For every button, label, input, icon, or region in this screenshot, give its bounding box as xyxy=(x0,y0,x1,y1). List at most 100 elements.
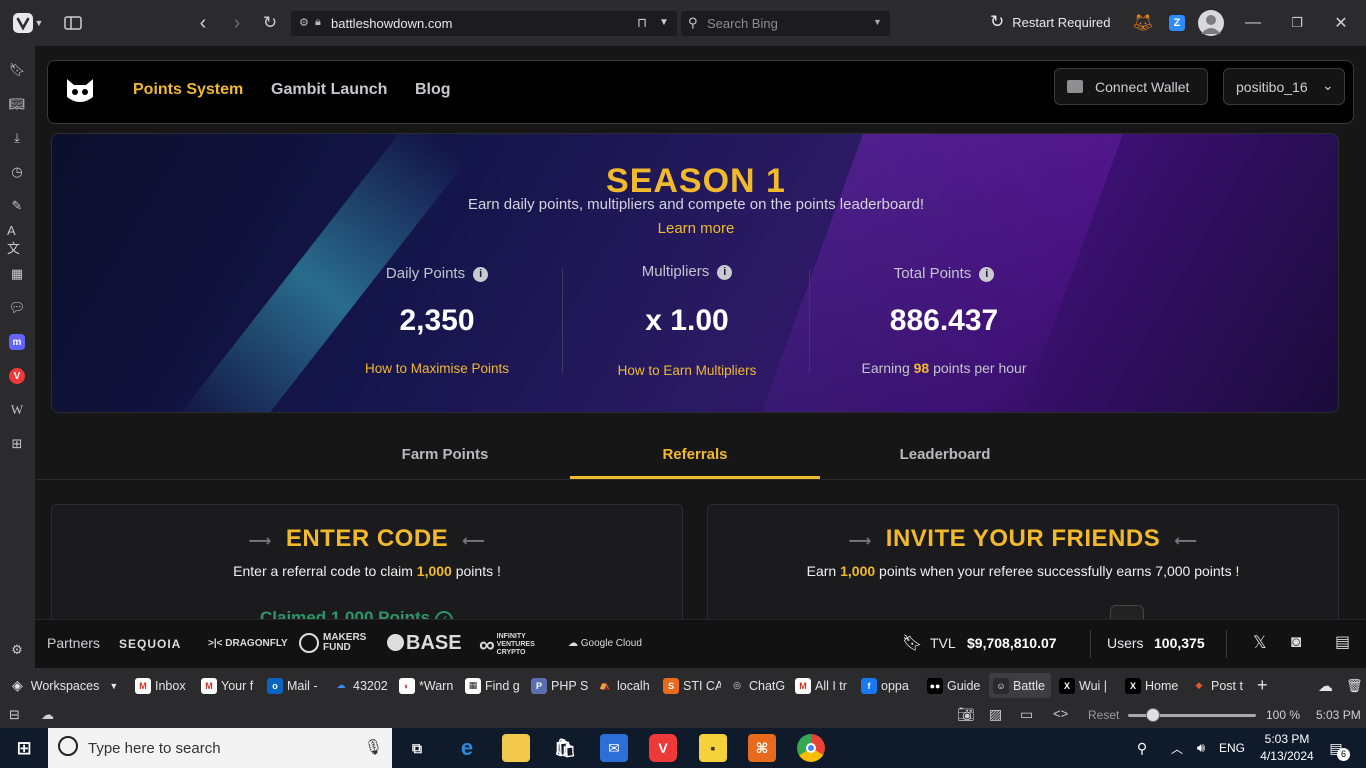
nav-blog[interactable]: Blog xyxy=(415,81,451,99)
bookmarks-icon[interactable]: 🔖︎ xyxy=(7,60,27,80)
chevron-down-icon[interactable]: ▼ xyxy=(33,12,45,34)
workspaces-button[interactable]: ◈ Workspaces ▼ xyxy=(8,673,123,698)
people-icon[interactable]: ⚲ xyxy=(1128,734,1156,762)
tab-referrals[interactable]: Referrals xyxy=(570,446,820,463)
notification-center-icon[interactable]: ▤ 6 xyxy=(1322,734,1350,762)
reading-list-icon[interactable]: 📖︎ xyxy=(7,94,27,114)
capture-icon[interactable]: 📷︎ xyxy=(957,706,975,723)
browser-tab[interactable]: M Inbox xyxy=(131,673,193,698)
notes-icon[interactable]: ✎ xyxy=(7,196,27,216)
browser-tab[interactable]: S STI CA xyxy=(659,673,721,698)
site-settings-icon[interactable]: ⚙ xyxy=(299,16,309,29)
mastodon-icon[interactable]: m xyxy=(7,332,27,352)
translate-icon[interactable]: A文 xyxy=(7,223,27,256)
browser-tab[interactable]: ●● Guide xyxy=(923,673,985,698)
vivaldi-icon[interactable]: V xyxy=(7,366,27,386)
user-menu-button[interactable]: positibo_16 ⌄ xyxy=(1223,68,1345,105)
panel-toggle-icon[interactable] xyxy=(62,12,84,34)
taskbar-time[interactable]: 5:03 PM xyxy=(1261,732,1313,746)
back-icon[interactable]: ‹ xyxy=(192,12,214,34)
how-to-maximise-link[interactable]: How to Maximise Points xyxy=(322,361,552,376)
chevron-down-icon[interactable]: ▼ xyxy=(659,17,669,28)
minimize-icon[interactable]: — xyxy=(1242,12,1264,34)
panel-icon[interactable]: ⊟ xyxy=(9,707,20,723)
xampp-icon[interactable]: ⌘ xyxy=(748,734,776,762)
search-field[interactable]: ⚲ Search Bing ▼ xyxy=(681,11,890,36)
browser-tab[interactable]: ☺ Battle xyxy=(989,673,1051,698)
restart-icon: ↻ xyxy=(990,12,1005,31)
microphone-icon[interactable]: 🎙︎ xyxy=(364,738,383,756)
trash-icon[interactable]: 🗑︎ xyxy=(1342,673,1363,698)
vivaldi-taskbar-icon[interactable]: V xyxy=(649,734,677,762)
url-text[interactable]: battleshowdown.com xyxy=(331,16,452,31)
store-icon[interactable]: 🛍︎ xyxy=(551,734,579,762)
browser-tab[interactable]: ◎ ChatG xyxy=(725,673,787,698)
zoom-slider-thumb[interactable] xyxy=(1146,708,1160,722)
chevron-down-icon[interactable]: ▼ xyxy=(873,17,882,27)
browser-tab[interactable]: ◆ Post t xyxy=(1187,673,1249,698)
reload-icon[interactable]: ↻ xyxy=(259,12,281,34)
history-icon[interactable]: ◷ xyxy=(7,162,27,182)
new-tab-button[interactable]: + xyxy=(1253,673,1268,698)
tab-leaderboard[interactable]: Leaderboard xyxy=(820,446,1070,463)
info-icon[interactable]: i xyxy=(473,266,489,282)
browser-tab[interactable]: f oppa xyxy=(857,673,919,698)
browser-tab[interactable]: ▦ Find g xyxy=(461,673,523,698)
sticky-notes-icon[interactable]: ▪ xyxy=(699,734,727,762)
windows-start-icon[interactable]: ⊞ xyxy=(10,734,38,762)
profile-avatar[interactable] xyxy=(1198,10,1224,36)
volume-icon[interactable]: 🔊︎ xyxy=(1187,734,1215,762)
browser-tab[interactable]: P PHP S xyxy=(527,673,589,698)
tab-farm-points[interactable]: Farm Points xyxy=(320,446,570,463)
connect-wallet-button[interactable]: Connect Wallet xyxy=(1054,68,1208,105)
file-explorer-icon[interactable] xyxy=(502,734,530,762)
cloud-icon[interactable]: ☁ xyxy=(41,707,54,723)
browser-tab[interactable]: X Wui | xyxy=(1055,673,1117,698)
info-icon[interactable]: i xyxy=(979,266,995,282)
settings-icon[interactable]: ⚙ xyxy=(7,640,27,660)
chrome-icon[interactable] xyxy=(797,734,825,762)
extension-icon[interactable]: Z xyxy=(1166,12,1188,34)
docs-icon[interactable]: ▤ xyxy=(1335,632,1350,652)
x-twitter-icon[interactable]: 𝕏 xyxy=(1253,633,1267,653)
browser-tab[interactable]: X Home xyxy=(1121,673,1183,698)
browser-tab[interactable]: ☁ 43202 xyxy=(329,673,391,698)
windows-search-box[interactable]: Type here to search 🎙︎ xyxy=(48,728,392,768)
bookmark-icon[interactable]: ⊓ xyxy=(637,15,647,31)
browser-tab[interactable]: o Mail - xyxy=(263,673,325,698)
downloads-icon[interactable]: ⤓ xyxy=(7,128,27,148)
nav-gambit-launch[interactable]: Gambit Launch xyxy=(271,81,387,99)
address-bar[interactable]: ⚙ 🔒︎ battleshowdown.com ⊓ ▼ xyxy=(291,11,677,36)
nav-points-system[interactable]: Points System xyxy=(133,81,243,99)
language-indicator[interactable]: ENG xyxy=(1219,741,1245,755)
taskbar-date[interactable]: 4/13/2024 xyxy=(1255,749,1319,763)
task-view-icon[interactable]: ⧉ xyxy=(403,734,431,762)
site-logo[interactable] xyxy=(64,75,96,107)
image-icon[interactable]: ▨ xyxy=(989,706,1002,723)
calendar-icon[interactable]: ▦ xyxy=(7,264,27,284)
restart-required-button[interactable]: ↻ Restart Required xyxy=(990,12,1111,32)
info-icon[interactable]: i xyxy=(717,264,733,280)
learn-more-link[interactable]: Learn more xyxy=(52,220,1338,237)
browser-tab[interactable]: M All I tr xyxy=(791,673,853,698)
forward-icon[interactable]: › xyxy=(226,12,248,34)
tab-favicon-icon: ⛺ xyxy=(597,677,613,694)
mail-icon[interactable]: ✉ xyxy=(600,734,628,762)
cloud-sync-icon[interactable]: ☁ xyxy=(1314,673,1333,698)
add-panel-icon[interactable]: ⊞ xyxy=(7,434,27,454)
how-to-earn-multipliers-link[interactable]: How to Earn Multipliers xyxy=(570,363,804,378)
zoom-reset-button[interactable]: Reset xyxy=(1088,708,1119,722)
code-icon[interactable]: <> xyxy=(1053,706,1068,721)
browser-tab[interactable]: ⛺ localh xyxy=(593,673,655,698)
browser-tab[interactable]: ◐ *Warn xyxy=(395,673,457,698)
edge-icon[interactable]: e xyxy=(453,734,481,762)
metamask-extension-icon[interactable]: 🦊︎ xyxy=(1132,12,1154,34)
discord-icon[interactable]: ◙ xyxy=(1291,632,1301,652)
browser-tab[interactable]: M Your f xyxy=(197,673,259,698)
arrow-right-icon: ⟶ xyxy=(848,533,872,550)
wikipedia-icon[interactable]: W xyxy=(7,400,27,420)
close-icon[interactable]: ✕ xyxy=(1330,12,1352,34)
chat-icon[interactable]: 💬︎ xyxy=(7,298,27,318)
restore-icon[interactable]: ❐ xyxy=(1286,12,1308,34)
tiling-icon[interactable]: ▭ xyxy=(1020,706,1033,723)
